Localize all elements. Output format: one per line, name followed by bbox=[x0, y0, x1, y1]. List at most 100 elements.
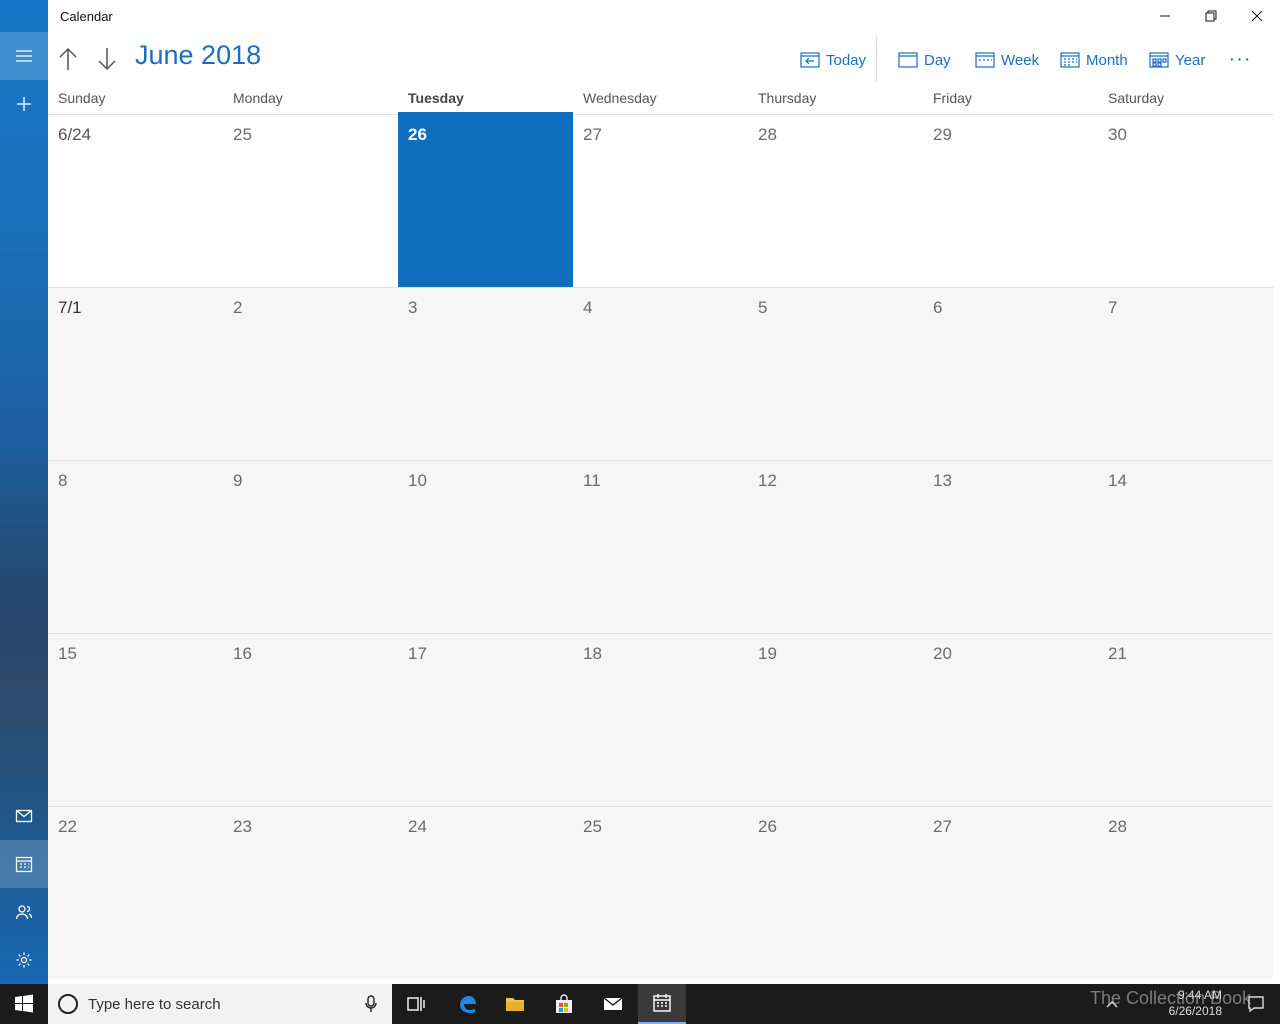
day-cell[interactable]: 22 bbox=[48, 807, 223, 979]
day-cell[interactable]: 3 bbox=[398, 288, 573, 460]
day-cell[interactable]: 11 bbox=[573, 461, 748, 633]
day-cell[interactable]: 29 bbox=[923, 115, 1098, 287]
calendar-button[interactable] bbox=[0, 840, 48, 888]
day-number: 18 bbox=[583, 644, 602, 663]
day-cell[interactable]: 28 bbox=[748, 115, 923, 287]
close-button[interactable] bbox=[1234, 0, 1280, 32]
day-number: 28 bbox=[758, 125, 777, 144]
day-cell[interactable]: 24 bbox=[398, 807, 573, 979]
windows-logo-icon bbox=[15, 994, 33, 1013]
store-icon bbox=[556, 994, 572, 1013]
day-number: 27 bbox=[583, 125, 602, 144]
today-cell[interactable]: 26 bbox=[398, 112, 573, 288]
day-cell[interactable]: 15 bbox=[48, 634, 223, 806]
day-cell[interactable]: 25 bbox=[573, 807, 748, 979]
day-cell[interactable]: 5 bbox=[748, 288, 923, 460]
restore-icon bbox=[1205, 10, 1217, 22]
day-number: 24 bbox=[408, 817, 427, 836]
minimize-icon bbox=[1160, 15, 1170, 17]
day-number: 10 bbox=[408, 471, 427, 490]
day-cell[interactable]: 6 bbox=[923, 288, 1098, 460]
day-number: 3 bbox=[408, 298, 418, 317]
search-placeholder: Type here to search bbox=[88, 995, 221, 1013]
next-month-button[interactable] bbox=[93, 44, 121, 74]
day-cell[interactable]: 7/1 bbox=[48, 288, 223, 460]
day-cell[interactable]: 20 bbox=[923, 634, 1098, 806]
day-cell[interactable]: 14 bbox=[1098, 461, 1273, 633]
day-cell[interactable]: 19 bbox=[748, 634, 923, 806]
day-cell[interactable]: 4 bbox=[573, 288, 748, 460]
day-cell[interactable]: 27 bbox=[923, 807, 1098, 979]
previous-month-button[interactable] bbox=[54, 44, 82, 74]
day-view-button[interactable]: Day bbox=[898, 46, 951, 74]
search-box[interactable]: Type here to search bbox=[48, 984, 392, 1024]
day-cell[interactable]: 8 bbox=[48, 461, 223, 633]
day-cell[interactable]: 25 bbox=[223, 115, 398, 287]
week-row: 7/1 2 3 4 5 6 7 bbox=[48, 287, 1273, 460]
year-view-label: Year bbox=[1175, 51, 1206, 69]
day-cell[interactable]: 18 bbox=[573, 634, 748, 806]
day-cell[interactable]: 12 bbox=[748, 461, 923, 633]
new-event-button[interactable] bbox=[0, 80, 48, 128]
day-number: 29 bbox=[933, 125, 952, 144]
month-view-label: Month bbox=[1086, 51, 1128, 69]
day-number: 6/24 bbox=[58, 125, 92, 144]
day-cell[interactable]: 2 bbox=[223, 288, 398, 460]
task-view-button[interactable] bbox=[392, 984, 440, 1024]
day-cell[interactable]: 23 bbox=[223, 807, 398, 979]
edge-button[interactable] bbox=[443, 984, 491, 1024]
day-cell[interactable]: 27 bbox=[573, 115, 748, 287]
day-cell[interactable]: 9 bbox=[223, 461, 398, 633]
app-title: Calendar bbox=[60, 9, 113, 24]
day-number: 2 bbox=[233, 298, 243, 317]
day-cell[interactable]: 13 bbox=[923, 461, 1098, 633]
close-icon bbox=[1251, 10, 1263, 22]
calendar-icon bbox=[15, 856, 33, 873]
year-view-button[interactable]: Year bbox=[1149, 46, 1205, 74]
week-view-button[interactable]: Week bbox=[975, 46, 1039, 74]
day-number: 26 bbox=[408, 125, 427, 144]
day-number: 19 bbox=[758, 644, 777, 663]
arrow-up-icon bbox=[59, 47, 77, 70]
start-button[interactable] bbox=[0, 984, 48, 1024]
month-title[interactable]: June 2018 bbox=[135, 40, 261, 71]
day-cell[interactable]: 10 bbox=[398, 461, 573, 633]
folder-icon bbox=[506, 998, 524, 1011]
month-view-button[interactable]: Month bbox=[1060, 46, 1128, 74]
hamburger-menu-button[interactable] bbox=[0, 32, 48, 80]
day-number: 22 bbox=[58, 817, 77, 836]
day-number: 25 bbox=[233, 125, 252, 144]
file-explorer-button[interactable] bbox=[491, 984, 539, 1024]
week-view-label: Week bbox=[1001, 51, 1040, 69]
day-cell[interactable]: 7 bbox=[1098, 288, 1273, 460]
day-cell[interactable]: 26 bbox=[748, 807, 923, 979]
mail-app-button[interactable] bbox=[589, 984, 637, 1024]
day-cell[interactable]: 21 bbox=[1098, 634, 1273, 806]
day-cell[interactable]: 16 bbox=[223, 634, 398, 806]
day-number: 14 bbox=[1108, 471, 1127, 490]
weekday-wednesday: Wednesday bbox=[583, 90, 657, 106]
day-number: 21 bbox=[1108, 644, 1127, 663]
week-row: 6/24 25 26 27 28 29 30 bbox=[48, 112, 1273, 288]
calendar-app-button[interactable] bbox=[638, 984, 686, 1024]
restore-button[interactable] bbox=[1188, 0, 1234, 32]
more-options-button[interactable]: ··· bbox=[1226, 46, 1254, 72]
day-number: 5 bbox=[758, 298, 768, 317]
navigation-rail bbox=[0, 0, 48, 984]
day-cell[interactable]: 28 bbox=[1098, 807, 1273, 979]
day-number: 9 bbox=[233, 471, 243, 490]
today-button[interactable]: Today bbox=[800, 46, 866, 74]
minimize-button[interactable] bbox=[1142, 0, 1188, 32]
day-cell[interactable]: 17 bbox=[398, 634, 573, 806]
day-cell[interactable]: 30 bbox=[1098, 115, 1273, 287]
day-cell[interactable]: 6/24 bbox=[48, 115, 223, 287]
store-button[interactable] bbox=[540, 984, 588, 1024]
microphone-icon[interactable] bbox=[364, 995, 378, 1013]
mail-button[interactable] bbox=[0, 792, 48, 840]
day-number: 4 bbox=[583, 298, 593, 317]
day-number: 16 bbox=[233, 644, 252, 663]
settings-button[interactable] bbox=[0, 936, 48, 984]
people-button[interactable] bbox=[0, 888, 48, 936]
day-number: 7 bbox=[1108, 298, 1118, 317]
watermark: The Collection Book bbox=[1090, 988, 1252, 1008]
